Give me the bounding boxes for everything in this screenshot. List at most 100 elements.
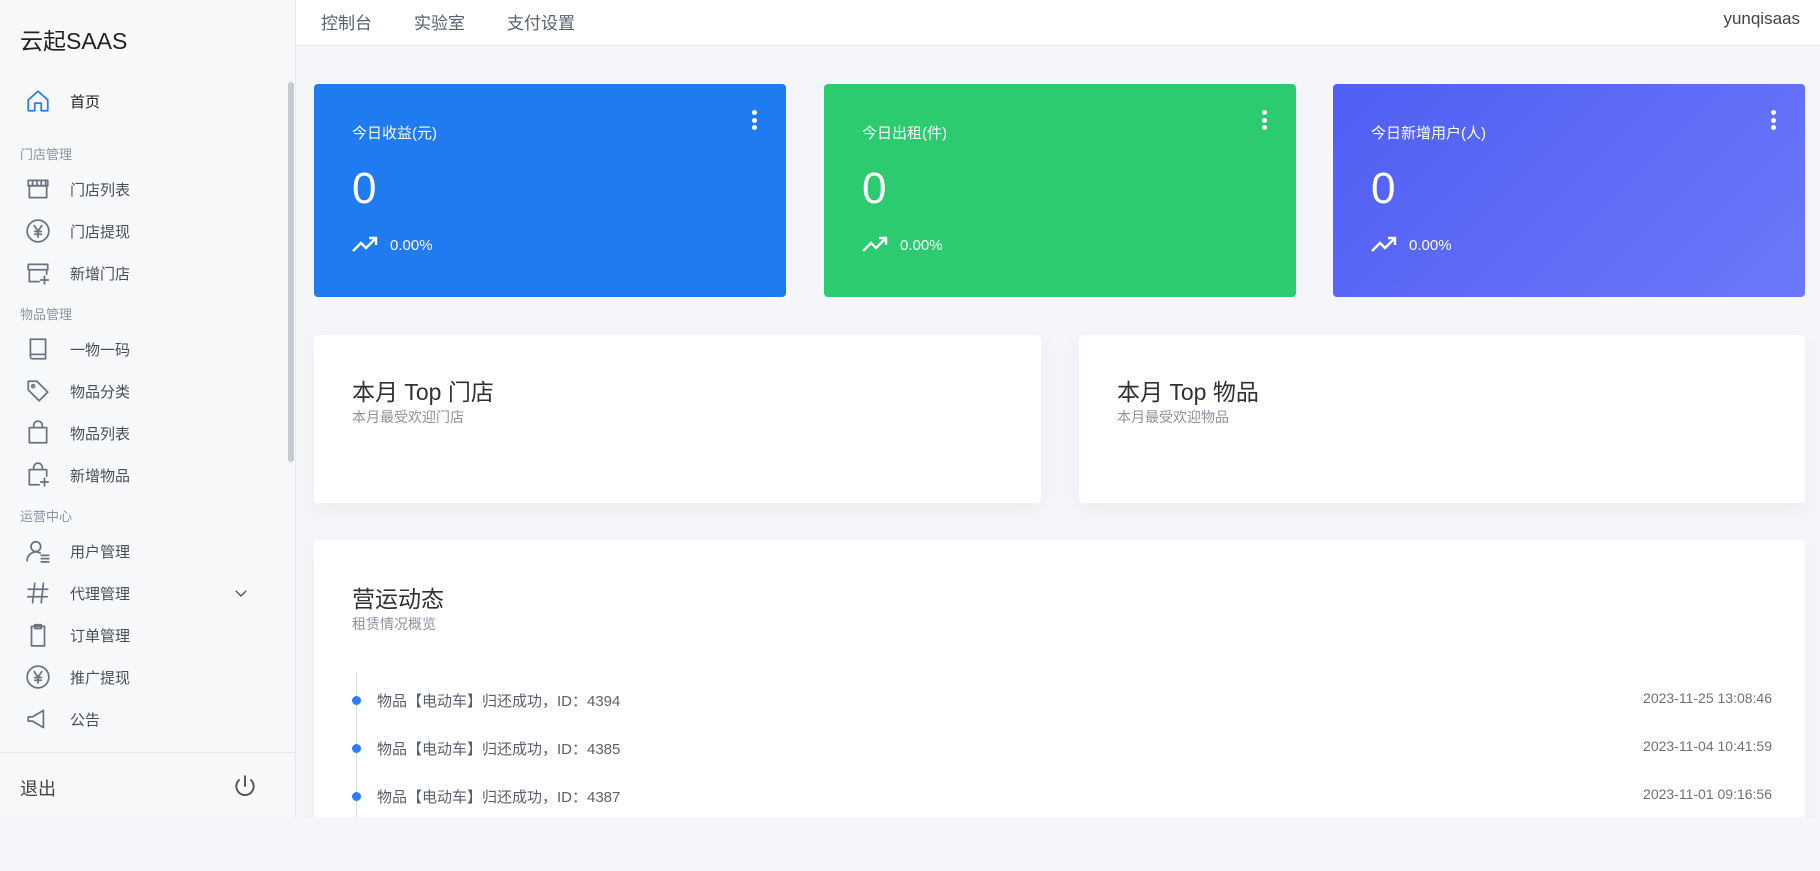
panel-title: 本月 Top 物品 [1117,379,1259,405]
clipboard-icon [24,621,52,649]
top-store-panel: 本月 Top 门店 本月最受欢迎门店 [314,335,1041,503]
timeline-item: 物品【电动车】归还成功，ID：4394 2023-11-25 13:08:46 [352,672,1772,720]
bag-icon [24,419,52,447]
activity-timeline: 物品【电动车】归还成功，ID：4394 2023-11-25 13:08:46 … [352,672,1772,852]
sidebar-item-agent-management[interactable]: 代理管理 [0,572,285,614]
bag-add-icon [24,461,52,489]
panel-title: 本月 Top 门店 [352,379,494,405]
stat-title: 今日出租(件) [862,125,947,142]
top-item-panel: 本月 Top 物品 本月最受欢迎物品 [1079,335,1805,503]
sidebar-item-label: 用户管理 [70,543,131,561]
logout-label[interactable]: 退出 [20,775,56,801]
panel-title: 营运动态 [352,586,444,612]
home-icon [24,87,52,115]
sidebar-menu: 首页 门店管理 门店列表 门店提现 新增门店 物品管理 一物一码 物品分类 物品… [0,80,285,752]
sidebar-item-label: 代理管理 [70,585,131,603]
power-icon[interactable] [232,773,258,799]
chevron-down-icon[interactable] [232,584,250,602]
yen-circle-icon [24,217,52,245]
stat-card-new-users: 今日新增用户(人) 0 0.00% [1333,84,1805,297]
sidebar-item-store-list[interactable]: 门店列表 [0,168,285,210]
activity-panel: 营运动态 租赁情况概览 物品【电动车】归还成功，ID：4394 2023-11-… [314,540,1805,852]
sidebar-item-label: 推广提现 [70,669,131,687]
stat-trend: 0.00% [1371,236,1452,254]
sidebar-item-add-store[interactable]: 新增门店 [0,252,285,294]
stat-trend-value: 0.00% [900,236,943,254]
logout-bar[interactable]: 退出 [0,752,295,817]
sidebar-item-label: 新增门店 [70,265,131,283]
sidebar-item-user-management[interactable]: 用户管理 [0,530,285,572]
sidebar-item-label: 首页 [70,93,101,111]
top-nav: 控制台 实验室 支付设置 [321,9,575,34]
stat-value: 0 [352,164,377,213]
stat-trend: 0.00% [352,236,433,254]
timeline-item: 物品【电动车】归还成功，ID：4385 2023-11-04 10:41:59 [352,720,1772,768]
sidebar-item-announcement[interactable]: 公告 [0,698,285,740]
more-vert-icon[interactable] [752,110,760,132]
more-vert-icon[interactable] [1771,110,1779,132]
sidebar-item-label: 新增物品 [70,467,131,485]
store-icon [24,175,52,203]
timeline-time: 2023-11-25 13:08:46 [1643,690,1772,706]
sidebar-item-label: 门店提现 [70,223,131,241]
sidebar-item-home[interactable]: 首页 [0,80,285,122]
sidebar-item-store-withdraw[interactable]: 门店提现 [0,210,285,252]
timeline-dot [352,696,361,705]
sidebar-item-item-list[interactable]: 物品列表 [0,412,285,454]
top-bar: 控制台 实验室 支付设置 yunqisaas [296,0,1820,46]
trending-up-icon [352,236,378,252]
panel-subtitle: 租赁情况概览 [352,616,436,632]
sidebar-item-promo-withdraw[interactable]: 推广提现 [0,656,285,698]
stat-card-revenue: 今日收益(元) 0 0.00% [314,84,786,297]
page-bottom-area [0,817,1820,871]
panel-subtitle: 本月最受欢迎物品 [1117,409,1229,425]
timeline-text: 物品【电动车】归还成功，ID：4394 [377,693,621,710]
sidebar-group-title: 物品管理 [20,307,73,322]
sidebar-item-label: 门店列表 [70,181,131,199]
sidebar-item-order-management[interactable]: 订单管理 [0,614,285,656]
sidebar-group-title: 运营中心 [20,509,73,524]
timeline-time: 2023-11-01 09:16:56 [1643,786,1772,802]
more-vert-icon[interactable] [1262,110,1270,132]
hash-icon [24,579,52,607]
user-list-icon [24,537,52,565]
sidebar-group-title: 门店管理 [20,147,73,162]
sidebar-item-label: 订单管理 [70,627,131,645]
timeline-time: 2023-11-04 10:41:59 [1643,738,1772,754]
timeline-item: 物品【电动车】归还成功，ID：4387 2023-11-01 09:16:56 [352,768,1772,816]
stat-trend: 0.00% [862,236,943,254]
store-add-icon [24,259,52,287]
sidebar-item-label: 一物一码 [70,341,131,359]
brand-logo[interactable]: 云起SAAS [20,22,127,56]
stat-card-rentals: 今日出租(件) 0 0.00% [824,84,1296,297]
sidebar-item-label: 物品分类 [70,383,131,401]
top-nav-lab[interactable]: 实验室 [414,9,465,34]
trending-up-icon [1371,236,1397,252]
timeline-dot [352,792,361,801]
sidebar: 云起SAAS 首页 门店管理 门店列表 门店提现 新增门店 物品管理 一物一码 … [0,0,296,817]
timeline-text: 物品【电动车】归还成功，ID：4385 [377,741,621,758]
sidebar-item-add-item[interactable]: 新增物品 [0,454,285,496]
megaphone-icon [24,705,52,733]
panel-subtitle: 本月最受欢迎门店 [352,409,464,425]
sidebar-item-item-code[interactable]: 一物一码 [0,328,285,370]
book-icon [24,335,52,363]
timeline-text: 物品【电动车】归还成功，ID：4387 [377,789,621,806]
user-name[interactable]: yunqisaas [1723,9,1800,29]
sidebar-item-label: 公告 [70,711,101,729]
stat-trend-value: 0.00% [1409,236,1452,254]
timeline-dot [352,744,361,753]
stat-trend-value: 0.00% [390,236,433,254]
stat-title: 今日新增用户(人) [1371,125,1486,142]
sidebar-item-item-category[interactable]: 物品分类 [0,370,285,412]
stat-value: 0 [1371,164,1396,213]
top-nav-console[interactable]: 控制台 [321,9,372,34]
stat-value: 0 [862,164,887,213]
sidebar-item-label: 物品列表 [70,425,131,443]
trending-up-icon [862,236,888,252]
sidebar-scrollbar[interactable] [288,82,294,462]
tag-icon [24,377,52,405]
yen-circle-icon [24,663,52,691]
stat-title: 今日收益(元) [352,125,437,142]
top-nav-payment-settings[interactable]: 支付设置 [507,9,575,34]
